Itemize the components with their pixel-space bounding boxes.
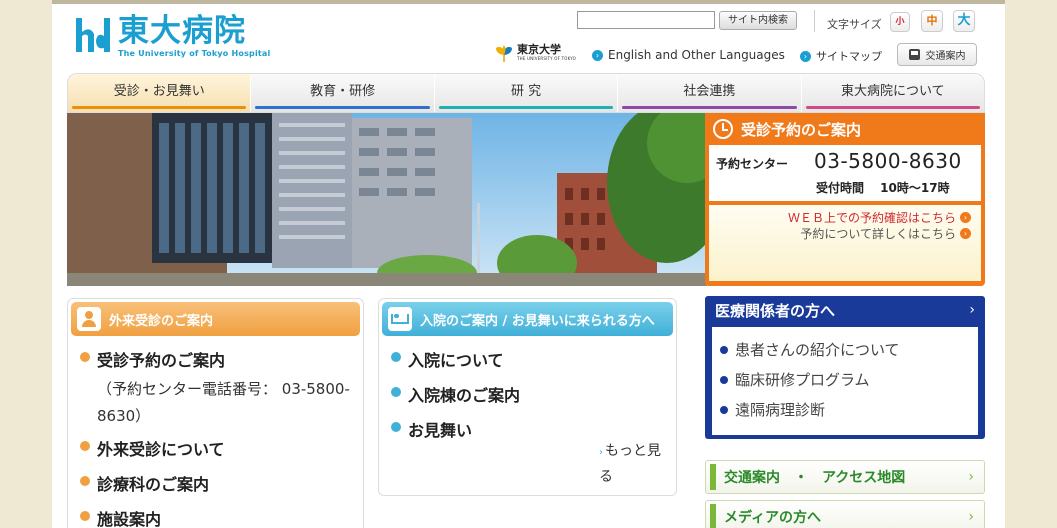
- logo-subtitle: The University of Tokyo Hospital: [118, 49, 271, 58]
- media-button[interactable]: メディアの方へ ›: [705, 500, 985, 528]
- list-item-label: お見舞い: [408, 421, 473, 440]
- reservation-phone-note: （予約センター電話番号： 03-5800-8630）: [97, 380, 350, 425]
- bed-icon: [388, 307, 412, 331]
- reservation-details-link-label: 予約について詳しくはこちら: [800, 227, 956, 241]
- main-nav: 受診・お見舞い 教育・研修 研 究 社会連携 東大病院について: [67, 73, 985, 113]
- ginkgo-emblem-icon: [496, 45, 512, 62]
- languages-link-label: English and Other Languages: [608, 48, 785, 62]
- bullet-icon: [80, 511, 90, 521]
- chevron-right-icon: ›: [960, 228, 971, 239]
- bullet-icon: [80, 441, 90, 451]
- bullet-icon: [720, 345, 728, 354]
- languages-link[interactable]: › English and Other Languages: [592, 48, 785, 62]
- list-item-label: 外来受診について: [97, 440, 225, 459]
- bullet-icon: [391, 422, 401, 432]
- chevron-right-icon: ›: [592, 49, 603, 61]
- bullet-icon: [80, 476, 90, 486]
- font-size-small-button[interactable]: 小: [890, 12, 910, 32]
- logo-title: 東大病院: [118, 13, 246, 49]
- utokyo-name: 東京大学: [517, 43, 561, 56]
- sitemap-link[interactable]: › サイトマップ: [800, 48, 882, 64]
- access-map-label: 交通案内 ・ アクセス地図: [724, 470, 906, 486]
- bus-icon: [908, 49, 920, 60]
- chevron-right-icon: ›: [969, 302, 975, 318]
- access-button[interactable]: 交通案内: [897, 43, 977, 66]
- list-item[interactable]: 施設案内: [80, 506, 351, 528]
- list-item[interactable]: 入院について: [391, 347, 664, 371]
- list-item-label: 施設案内: [97, 510, 162, 528]
- media-label: メディアの方へ: [724, 510, 822, 526]
- utokyo-logo[interactable]: 東京大学 THE UNIVERSITY OF TOKYO: [494, 44, 576, 64]
- utokyo-name-en: THE UNIVERSITY OF TOKYO: [517, 56, 577, 61]
- person-icon: [77, 307, 101, 331]
- reservation-center-label: 予約センター: [716, 157, 789, 171]
- professionals-box: 医療関係者の方へ › 患者さんの紹介について 臨床研修プログラム 遠隔病理診断: [705, 296, 985, 439]
- list-item[interactable]: 入院棟のご案内: [391, 382, 664, 406]
- reservation-box: 受診予約のご案内 予約センター 03-5800-8630 受付時間 10時～17…: [705, 113, 985, 286]
- web-reservation-link-label: ＷＥＢ上での予約確認はこちら: [787, 211, 956, 225]
- header-divider: [814, 10, 815, 32]
- search-input[interactable]: [577, 11, 715, 29]
- web-reservation-link[interactable]: ＷＥＢ上での予約確認はこちら ›: [788, 209, 971, 226]
- bullet-icon: [80, 352, 90, 362]
- list-item[interactable]: 遠隔病理診断: [720, 399, 900, 420]
- list-item[interactable]: 受診予約のご案内: [80, 347, 351, 371]
- chevron-right-icon: ›: [968, 509, 974, 525]
- chevron-right-icon: ›: [968, 469, 974, 485]
- bullet-icon: [391, 387, 401, 397]
- nav-item-about[interactable]: 東大病院について: [802, 74, 984, 112]
- inpatient-title: 入院のご案内 / お見舞いに来られる方へ: [420, 313, 655, 329]
- site-search-button[interactable]: サイト内検索: [719, 11, 797, 30]
- list-item-label: 入院棟のご案内: [408, 386, 521, 405]
- list-item-label: 診療科のご案内: [97, 475, 210, 494]
- access-map-button[interactable]: 交通案内 ・ アクセス地図 ›: [705, 460, 985, 494]
- reservation-phone: 03-5800-8630: [814, 149, 962, 173]
- accent-bar: [710, 504, 716, 528]
- reservation-title: 受診予約のご案内: [741, 120, 862, 139]
- font-size-large-button[interactable]: 大: [953, 10, 975, 32]
- bullet-icon: [391, 352, 401, 362]
- hospital-logo[interactable]: 東大病院 The University of Tokyo Hospital: [74, 14, 270, 58]
- logo-mark-icon: [74, 14, 114, 56]
- outpatient-title: 外来受診のご案内: [109, 313, 214, 329]
- list-item[interactable]: 外来受診について: [80, 436, 351, 460]
- nav-item-education[interactable]: 教育・研修: [251, 74, 435, 112]
- outpatient-panel-header[interactable]: 外来受診のご案内: [71, 302, 360, 336]
- font-size-label: 文字サイズ: [827, 18, 882, 31]
- bullet-icon: [720, 405, 728, 414]
- more-link[interactable]: もっと見る: [599, 439, 663, 489]
- chevron-right-icon: ›: [800, 50, 811, 62]
- list-item[interactable]: 臨床研修プログラム: [720, 369, 900, 390]
- reservation-details-link[interactable]: 予約について詳しくはこちら ›: [800, 225, 971, 242]
- page: 東大病院 The University of Tokyo Hospital サイ…: [52, 0, 1005, 528]
- inpatient-panel-header[interactable]: 入院のご案内 / お見舞いに来られる方へ: [382, 302, 673, 336]
- list-item-label: 患者さんの紹介について: [735, 341, 900, 359]
- inpatient-panel: 入院のご案内 / お見舞いに来られる方へ 入院について 入院棟のご案内 お見舞い…: [378, 298, 677, 496]
- chevron-right-icon: ›: [960, 212, 971, 223]
- hospital-photo: [67, 113, 707, 286]
- list-item-label: 臨床研修プログラム: [735, 371, 870, 389]
- reservation-hours: 受付時間 10時～17時: [816, 181, 950, 195]
- outpatient-panel: 外来受診のご案内 受診予約のご案内 （予約センター電話番号： 03-5800-8…: [67, 298, 364, 528]
- nav-item-social[interactable]: 社会連携: [618, 74, 802, 112]
- sitemap-link-label: サイトマップ: [816, 50, 882, 63]
- list-item[interactable]: お見舞い: [391, 417, 664, 441]
- nav-item-research[interactable]: 研 究: [435, 74, 619, 112]
- list-item[interactable]: 患者さんの紹介について: [720, 339, 900, 360]
- list-item-label: 遠隔病理診断: [735, 401, 826, 419]
- list-item[interactable]: 診療科のご案内: [80, 471, 351, 495]
- list-item-label: 入院について: [408, 351, 504, 370]
- nav-item-visit[interactable]: 受診・お見舞い: [68, 74, 252, 112]
- bullet-icon: [720, 375, 728, 384]
- professionals-title[interactable]: 医療関係者の方へ: [715, 300, 835, 321]
- list-item-label: 受診予約のご案内: [97, 351, 226, 370]
- font-size-medium-button[interactable]: 中: [921, 10, 943, 32]
- accent-bar: [710, 464, 716, 490]
- access-button-label: 交通案内: [925, 51, 966, 62]
- clock-icon: [713, 119, 733, 139]
- top-border: [52, 0, 1005, 4]
